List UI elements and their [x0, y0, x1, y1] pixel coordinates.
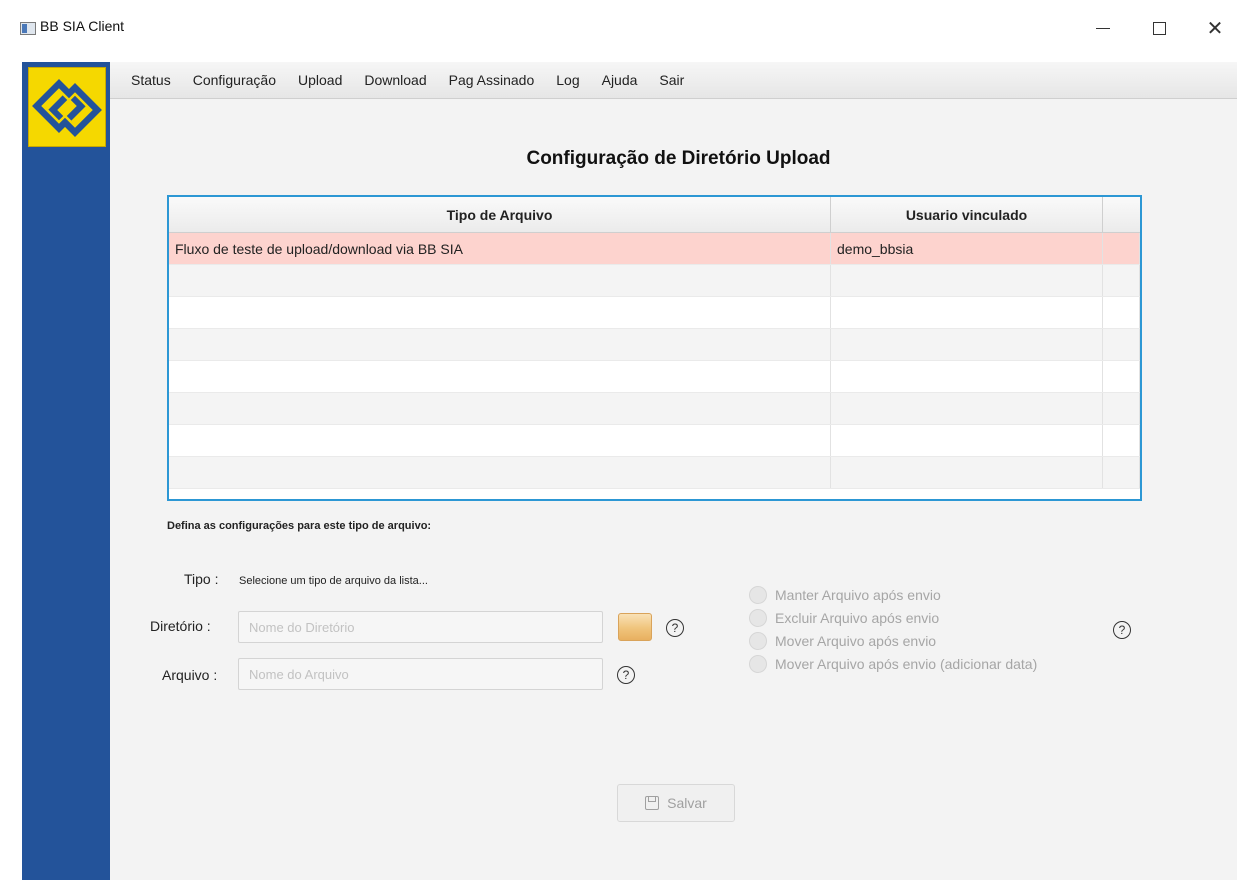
- diretorio-help-icon[interactable]: ?: [666, 619, 684, 637]
- menu-status[interactable]: Status: [131, 72, 171, 88]
- radio-button[interactable]: [749, 632, 767, 650]
- header-tipo-de-arquivo[interactable]: Tipo de Arquivo: [169, 197, 831, 232]
- banco-do-brasil-logo: [28, 67, 106, 147]
- option-label: Mover Arquivo após envio: [775, 633, 937, 649]
- diretorio-label: Diretório :: [150, 618, 211, 634]
- diretorio-field[interactable]: [238, 611, 603, 643]
- radio-button[interactable]: [749, 655, 767, 673]
- menu-sair[interactable]: Sair: [659, 72, 684, 88]
- option-excluir[interactable]: Excluir Arquivo após envio: [749, 609, 939, 627]
- menu-log[interactable]: Log: [556, 72, 579, 88]
- table-row-empty: [169, 265, 1140, 297]
- option-label: Manter Arquivo após envio: [775, 587, 941, 603]
- arquivo-help-icon[interactable]: ?: [617, 666, 635, 684]
- maximize-icon: [1152, 21, 1166, 35]
- table-row-empty: [169, 457, 1140, 489]
- sidebar: [22, 62, 110, 880]
- arquivo-field[interactable]: [238, 658, 603, 690]
- menu-ajuda[interactable]: Ajuda: [602, 72, 638, 88]
- minimize-button[interactable]: [1080, 10, 1126, 46]
- menu-upload[interactable]: Upload: [298, 72, 342, 88]
- save-label: Salvar: [667, 795, 707, 811]
- tipo-label: Tipo :: [184, 571, 219, 587]
- menu-bar: Status Configuração Upload Download Pag …: [110, 62, 1237, 99]
- menu-pag-assinado[interactable]: Pag Assinado: [449, 72, 535, 88]
- page-title-wrapper: Configuração de Diretório Upload: [0, 148, 1237, 170]
- header-usuario-vinculado[interactable]: Usuario vinculado: [831, 197, 1103, 232]
- table-row[interactable]: Fluxo de teste de upload/download via BB…: [169, 233, 1140, 265]
- option-label: Mover Arquivo após envio (adicionar data…: [775, 656, 1038, 672]
- table-row-empty: [169, 329, 1140, 361]
- option-mover-data[interactable]: Mover Arquivo após envio (adicionar data…: [749, 655, 1037, 673]
- table-row-empty: [169, 361, 1140, 393]
- app-icon: [20, 22, 36, 35]
- window-title: BB SIA Client: [40, 18, 125, 34]
- table-row-empty: [169, 393, 1140, 425]
- table-header: Tipo de Arquivo Usuario vinculado: [169, 197, 1140, 233]
- save-button[interactable]: Salvar: [617, 784, 735, 822]
- minimize-icon: [1096, 27, 1110, 29]
- floppy-disk-icon: [645, 796, 660, 810]
- options-help-icon[interactable]: ?: [1113, 621, 1131, 639]
- folder-browse-icon[interactable]: [618, 613, 652, 641]
- header-extra: [1103, 197, 1140, 232]
- menu-configuracao[interactable]: Configuração: [193, 72, 276, 88]
- file-type-table: Tipo de Arquivo Usuario vinculado Fluxo …: [167, 195, 1142, 501]
- menu-download[interactable]: Download: [364, 72, 426, 88]
- arquivo-label: Arquivo :: [162, 667, 218, 683]
- close-button[interactable]: ✕: [1192, 10, 1237, 46]
- table-row-empty: [169, 297, 1140, 329]
- page-title: Configuração de Diretório Upload: [526, 148, 831, 169]
- option-mover[interactable]: Mover Arquivo após envio: [749, 632, 936, 650]
- cell-usuario-vinculado: demo_bbsia: [831, 233, 1103, 264]
- close-icon: ✕: [1206, 16, 1224, 40]
- option-manter[interactable]: Manter Arquivo após envio: [749, 586, 941, 604]
- cell-extra: [1103, 233, 1140, 264]
- radio-button[interactable]: [749, 609, 767, 627]
- radio-button[interactable]: [749, 586, 767, 604]
- window-titlebar: BB SIA Client ✕: [0, 0, 1237, 50]
- option-label: Excluir Arquivo após envio: [775, 610, 940, 626]
- cell-tipo-de-arquivo: Fluxo de teste de upload/download via BB…: [169, 233, 831, 264]
- maximize-button[interactable]: [1136, 10, 1182, 46]
- table-row-empty: [169, 425, 1140, 457]
- tipo-value: Selecione um tipo de arquivo da lista...: [239, 575, 428, 587]
- section-label: Defina as configurações para este tipo d…: [167, 520, 432, 532]
- logo-mark-icon: [32, 79, 102, 137]
